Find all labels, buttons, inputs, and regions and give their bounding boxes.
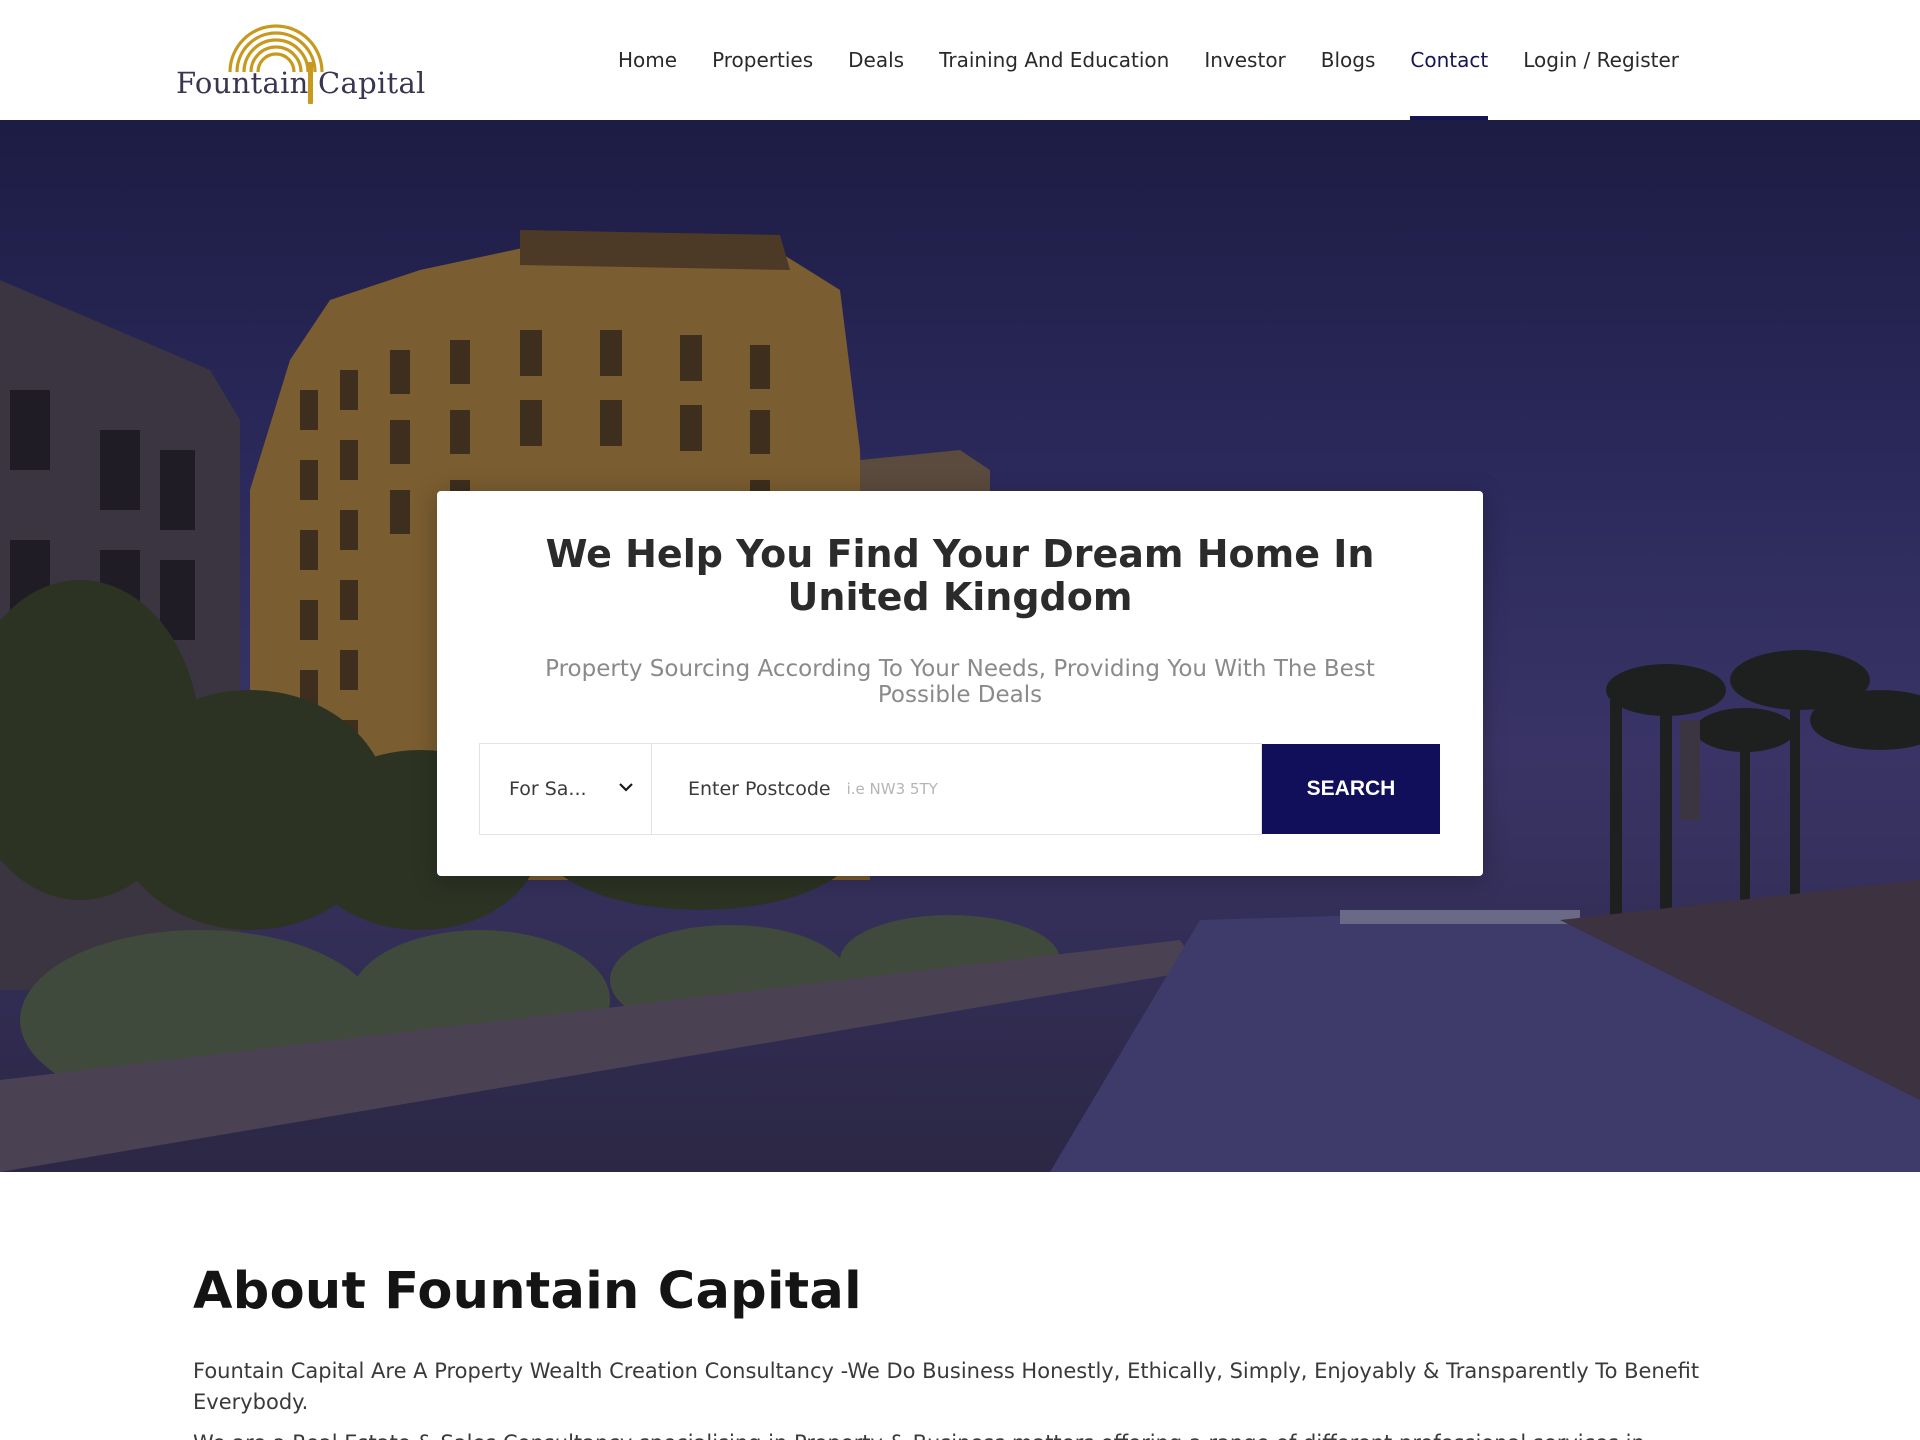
logo-divider <box>308 62 313 104</box>
about-paragraph-2: We are a Real Estate & Sales Consultancy… <box>193 1428 1753 1440</box>
fountain-capital-logo[interactable]: Fountain Capital <box>176 14 425 110</box>
nav-deals[interactable]: Deals <box>848 0 904 120</box>
postcode-label: Enter Postcode <box>688 778 831 800</box>
nav-home[interactable]: Home <box>618 0 677 120</box>
hero-search-card: We Help You Find Your Dream Home In Unit… <box>437 491 1483 876</box>
site-header: Fountain Capital Home Properties Deals T… <box>0 0 1920 120</box>
listing-type-select[interactable]: For Sa... <box>479 743 651 835</box>
about-title: About Fountain Capital <box>193 1262 862 1321</box>
search-button[interactable]: SEARCH <box>1262 744 1440 834</box>
arch-icon <box>228 24 324 73</box>
hero-subtitle: Property Sourcing According To Your Need… <box>545 656 1375 708</box>
nav-contact[interactable]: Contact <box>1410 0 1488 120</box>
main-nav: Home Properties Deals Training And Educa… <box>618 0 1714 120</box>
logo-word-fountain: Fountain <box>176 66 309 100</box>
nav-properties[interactable]: Properties <box>712 0 813 120</box>
search-form: For Sa... Enter Postcode i.e NW3 5TY SEA… <box>479 743 1440 835</box>
chevron-down-icon <box>619 783 633 792</box>
hero-section: We Help You Find Your Dream Home In Unit… <box>0 120 1920 1172</box>
postcode-placeholder: i.e NW3 5TY <box>846 780 938 798</box>
nav-investor[interactable]: Investor <box>1204 0 1285 120</box>
postcode-input[interactable]: Enter Postcode i.e NW3 5TY <box>651 743 1262 835</box>
about-paragraph: Fountain Capital Are A Property Wealth C… <box>193 1359 1700 1414</box>
nav-blogs[interactable]: Blogs <box>1321 0 1376 120</box>
listing-type-value: For Sa... <box>509 778 587 800</box>
hero-title: We Help You Find Your Dream Home In Unit… <box>545 532 1375 619</box>
nav-training-and-education[interactable]: Training And Education <box>939 0 1169 120</box>
nav-login-register[interactable]: Login / Register <box>1523 0 1679 120</box>
logo-word-capital: Capital <box>318 66 426 100</box>
